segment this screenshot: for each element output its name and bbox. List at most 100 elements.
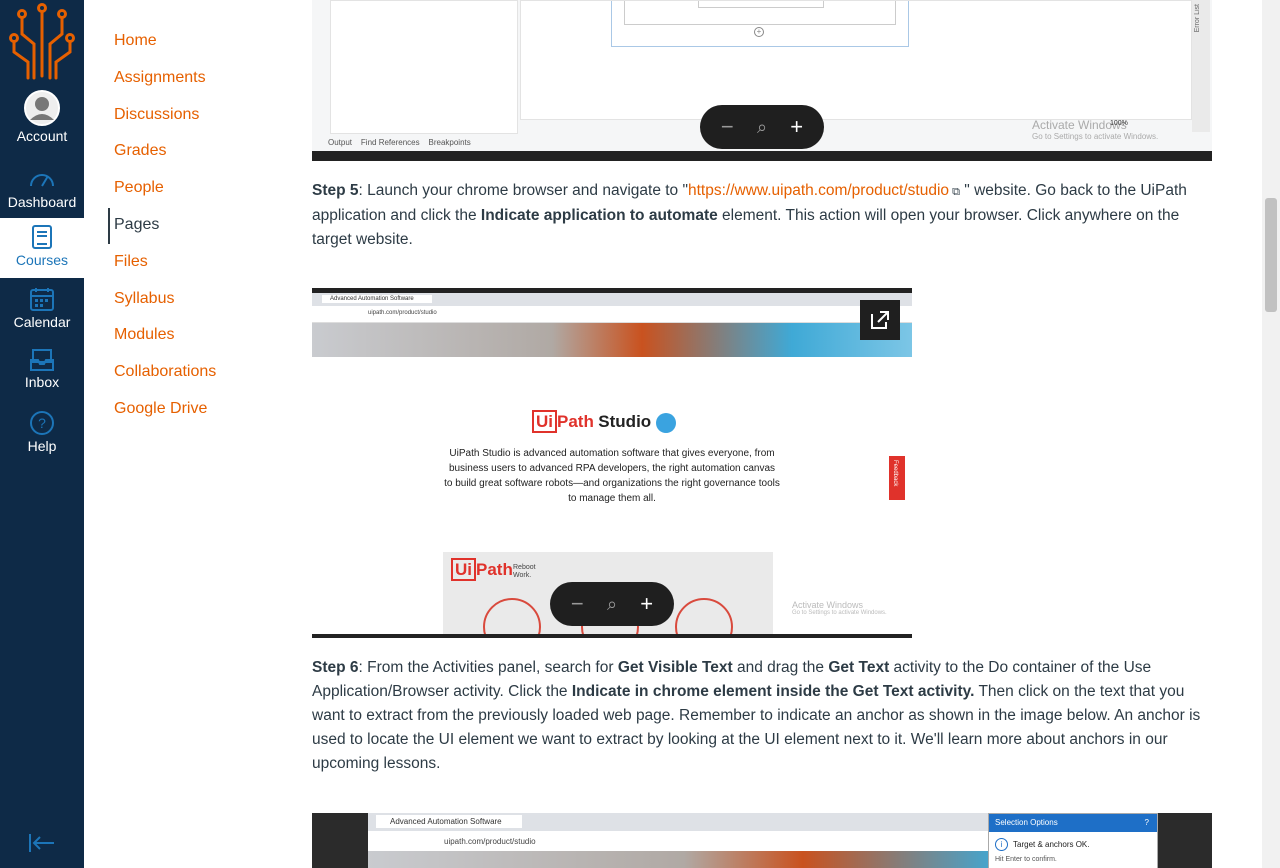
text: and drag the bbox=[732, 659, 829, 676]
svg-text:?: ? bbox=[38, 415, 46, 431]
reboot-brand: Ui Path bbox=[451, 558, 513, 581]
collapse-arrow-icon bbox=[29, 834, 54, 852]
image-bottom-bar bbox=[312, 151, 1212, 161]
course-nav-google-drive[interactable]: Google Drive bbox=[114, 400, 207, 418]
uipath-studio-link[interactable]: https://www.uipath.com/product/studio bbox=[688, 182, 949, 199]
feedback-tab[interactable]: Feedback bbox=[889, 456, 905, 500]
bold-text: Get Visible Text bbox=[617, 659, 733, 676]
panel-title: Selection Options bbox=[995, 818, 1058, 827]
course-nav-collaborations[interactable]: Collaborations bbox=[114, 363, 216, 381]
side-tab-label[interactable]: Error List bbox=[1194, 4, 1201, 32]
global-nav-calendar[interactable]: Calendar bbox=[0, 286, 84, 336]
zoom-in-button[interactable]: + bbox=[782, 114, 812, 140]
global-nav-label: Account bbox=[16, 128, 68, 144]
browser-tab-title[interactable]: Advanced Automation Software bbox=[322, 295, 432, 303]
browser-tab-title[interactable]: Advanced Automation Software bbox=[376, 815, 522, 828]
bold-text: Get Text bbox=[828, 659, 890, 676]
add-activity-icon[interactable]: + bbox=[754, 27, 764, 37]
course-nav-pages[interactable]: Pages bbox=[114, 216, 159, 234]
global-nav-courses[interactable]: Courses bbox=[0, 218, 84, 278]
product-name: Studio bbox=[598, 412, 652, 431]
activities-panel bbox=[330, 0, 518, 134]
course-nav-modules[interactable]: Modules bbox=[114, 326, 174, 344]
open-fullscreen-button[interactable] bbox=[860, 300, 900, 340]
zoom-value: 100% bbox=[1110, 120, 1128, 127]
person-avatar-icon bbox=[483, 598, 541, 638]
inbox-icon bbox=[30, 349, 54, 371]
zoom-reset-button[interactable]: ⌕ bbox=[747, 117, 777, 138]
feedback-label: Feedback bbox=[892, 460, 898, 487]
info-icon: i bbox=[995, 838, 1008, 851]
sequence-container: + bbox=[611, 1, 909, 47]
page-scrollbar[interactable] bbox=[1262, 0, 1280, 868]
text: : Launch your chrome browser and navigat… bbox=[358, 182, 688, 199]
browser-tabstrip: Advanced Automation Software bbox=[312, 293, 912, 306]
selection-options-screenshot[interactable]: Advanced Automation Software uipath.com/… bbox=[312, 813, 1212, 868]
status-tab-output[interactable]: Output bbox=[328, 138, 352, 147]
course-nav-assignments[interactable]: Assignments bbox=[114, 69, 206, 87]
address-bar[interactable]: uipath.com/product/studio bbox=[368, 310, 437, 316]
global-nav-label: Calendar bbox=[13, 314, 71, 330]
course-nav-files[interactable]: Files bbox=[114, 253, 148, 271]
avatar-icon bbox=[24, 90, 60, 126]
robot-mascot-icon bbox=[655, 412, 676, 433]
course-navigation: Home Assignments Discussions Grades Peop… bbox=[84, 0, 312, 868]
designer-zoom[interactable]: 100% bbox=[1092, 120, 1128, 127]
designer-canvas: + bbox=[520, 0, 1192, 120]
watermark-subtitle: Go to Settings to activate Windows. bbox=[792, 610, 887, 616]
address-bar[interactable]: uipath.com/product/studio bbox=[444, 837, 536, 846]
browser-toolbar: uipath.com/product/studio bbox=[312, 306, 912, 323]
text: : From the Activities panel, search for bbox=[358, 659, 618, 676]
circuit-logo-icon bbox=[9, 3, 75, 80]
zoom-out-button[interactable]: − bbox=[562, 591, 592, 617]
global-navigation: Account Dashboard Courses Calendar Inbox… bbox=[0, 0, 84, 868]
brand-path: Path bbox=[557, 412, 594, 431]
windows-watermark: Activate Windows Go to Settings to activ… bbox=[792, 600, 887, 616]
external-link-icon: ⧉ bbox=[949, 186, 960, 198]
dashboard-icon bbox=[30, 174, 54, 187]
uipath-studio-logo: Ui Path Studio bbox=[532, 410, 676, 433]
panel-header: Selection Options ? bbox=[989, 814, 1157, 832]
institution-logo[interactable] bbox=[0, 0, 84, 84]
watermark-subtitle: Go to Settings to activate Windows. bbox=[1032, 132, 1159, 141]
step-6-paragraph: Step 6: From the Activities panel, searc… bbox=[312, 656, 1212, 776]
zoom-reset-button[interactable]: ⌕ bbox=[597, 594, 627, 615]
side-tabs: Error List bbox=[1192, 0, 1210, 132]
global-nav-account[interactable]: Account bbox=[0, 90, 84, 150]
watermark-title: Activate Windows bbox=[792, 600, 864, 610]
step-label: Step 6 bbox=[312, 659, 359, 676]
status-tabs: Output Find References Breakpoints bbox=[328, 138, 471, 147]
course-nav-discussions[interactable]: Discussions bbox=[114, 106, 199, 124]
step-5-paragraph: Step 5: Launch your chrome browser and n… bbox=[312, 179, 1212, 252]
global-nav-help[interactable]: ? Help bbox=[0, 410, 84, 460]
scrollbar-thumb[interactable] bbox=[1265, 198, 1277, 312]
step-label: Step 5 bbox=[312, 182, 359, 199]
image-zoom-controls: − ⌕ + bbox=[550, 582, 674, 626]
panel-help-button[interactable]: ? bbox=[1145, 814, 1149, 832]
course-nav-grades[interactable]: Grades bbox=[114, 142, 166, 160]
status-tab-find-references[interactable]: Find References bbox=[361, 138, 420, 147]
course-nav-home[interactable]: Home bbox=[114, 32, 157, 50]
brand-ui: Ui bbox=[532, 410, 557, 433]
global-nav-label: Help bbox=[27, 438, 57, 454]
hero-banner bbox=[312, 323, 912, 357]
course-nav-people[interactable]: People bbox=[114, 179, 164, 197]
selection-hint: Hit Enter to confirm. bbox=[995, 856, 1057, 863]
global-nav-label: Courses bbox=[15, 252, 69, 268]
help-icon: ? bbox=[30, 411, 54, 435]
bold-text: Indicate in chrome element inside the Ge… bbox=[571, 683, 975, 700]
active-indicator bbox=[108, 208, 110, 244]
collapse-nav-button[interactable] bbox=[28, 832, 56, 854]
courses-icon bbox=[32, 225, 52, 249]
selection-status: Target & anchors OK. bbox=[1013, 840, 1090, 849]
global-nav-dashboard[interactable]: Dashboard bbox=[0, 166, 84, 216]
zoom-in-button[interactable]: + bbox=[632, 591, 662, 617]
global-nav-inbox[interactable]: Inbox bbox=[0, 348, 84, 398]
course-nav-syllabus[interactable]: Syllabus bbox=[114, 290, 174, 308]
calendar-icon bbox=[30, 288, 54, 311]
status-tab-breakpoints[interactable]: Breakpoints bbox=[429, 138, 471, 147]
product-description: UiPath Studio is advanced automation sof… bbox=[444, 448, 780, 504]
zoom-out-button[interactable]: − bbox=[712, 114, 742, 140]
person-avatar-icon bbox=[675, 598, 733, 638]
selection-options-panel: Selection Options ? i Target & anchors O… bbox=[988, 813, 1158, 868]
